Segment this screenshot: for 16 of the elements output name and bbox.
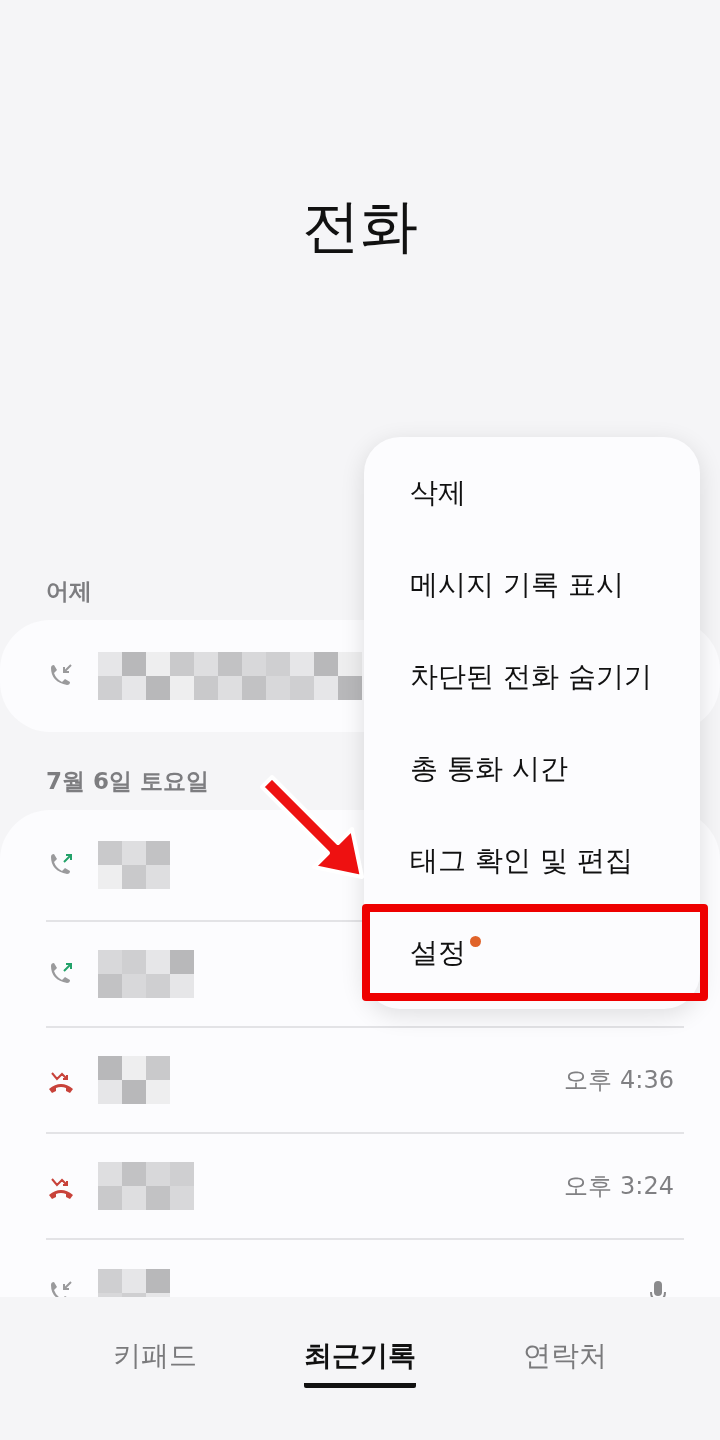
menu-item[interactable]: 총 통화 시간 [364, 723, 700, 815]
date-header: 어제 [45, 577, 92, 606]
menu-item[interactable]: 메시지 기록 표시 [364, 539, 700, 631]
screen-title: 전화 [302, 191, 418, 262]
menu-item[interactable]: 차단된 전화 숨기기 [364, 631, 700, 723]
call-time: 오후 4:36 [564, 1065, 674, 1096]
bottom-tab[interactable]: 연락처 [522, 1337, 607, 1388]
bottom-tab[interactable]: 키패드 [113, 1337, 198, 1388]
bottom-tab[interactable]: 최근기록 [304, 1337, 416, 1388]
date-header: 7월 6일 토요일 [45, 767, 210, 796]
pixelated-name [98, 1056, 170, 1104]
call-time: 오후 3:24 [564, 1171, 674, 1202]
menu-item[interactable]: 설정 [362, 904, 708, 1001]
menu-item[interactable]: 삭제 [364, 447, 700, 539]
menu-item[interactable]: 태그 확인 및 편집 [364, 815, 700, 907]
pixelated-name [98, 841, 170, 889]
